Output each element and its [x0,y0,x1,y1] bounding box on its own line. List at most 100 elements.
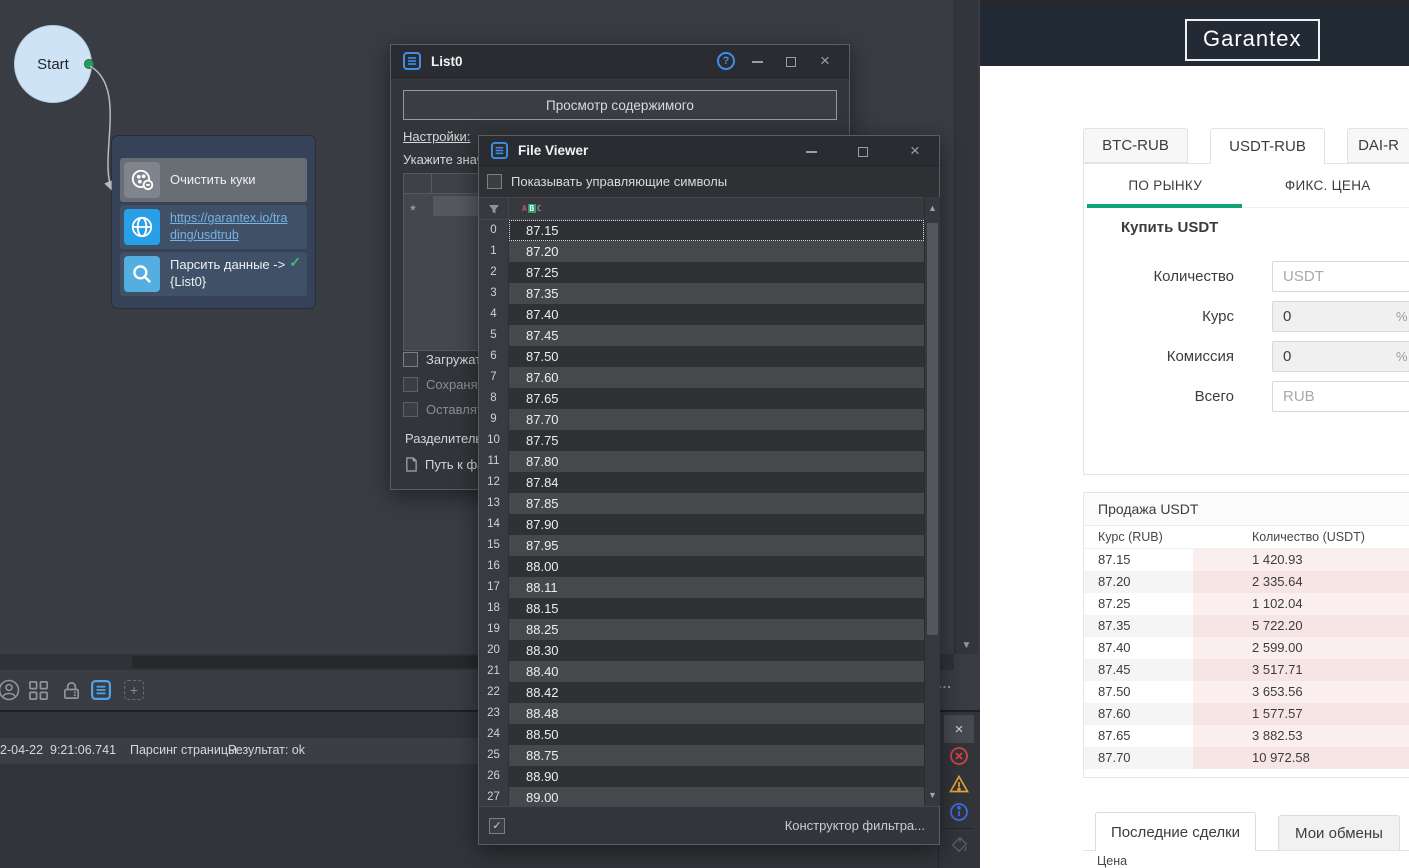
list-item[interactable]: 13 87.85 [479,493,924,514]
amount-cell[interactable]: 1 102.04 [1193,593,1409,615]
price-cell[interactable]: 87.15 [1084,549,1193,571]
amount-cell[interactable]: 1 577.57 [1193,703,1409,725]
price-cell[interactable]: 87.70 [1084,747,1193,769]
list-item[interactable]: 25 88.75 [479,745,924,766]
list-item[interactable]: 12 87.84 [479,472,924,493]
rate-input[interactable] [1272,301,1409,332]
row-value[interactable]: 88.30 [509,640,924,661]
load-checkbox-row[interactable]: Загружать [403,352,488,367]
scroll-down-icon[interactable]: ▼ [955,640,978,651]
maximize-icon[interactable] [851,143,875,159]
maximize-icon[interactable] [779,53,803,69]
row-value[interactable]: 87.85 [509,493,924,514]
file-viewer-titlebar[interactable]: File Viewer × [479,136,939,166]
list-item[interactable]: 5 87.45 [479,325,924,346]
price-cell[interactable]: 87.45 [1084,659,1193,681]
list-item[interactable]: 17 88.11 [479,577,924,598]
price-cell[interactable]: 87.65 [1084,725,1193,747]
close-icon[interactable]: × [813,51,837,71]
action-url-link[interactable]: https://garantex.io/tra ding/usdtrub [170,210,287,244]
row-value[interactable]: 87.75 [509,430,924,451]
row-value[interactable]: 87.90 [509,514,924,535]
keep-checkbox-row[interactable]: Оставлять [403,402,490,417]
add-element-icon[interactable]: + [123,679,145,701]
checkbox-checked[interactable]: ✓ [489,817,505,834]
row-value[interactable]: 87.20 [509,241,924,262]
tab-market[interactable]: ПО РЫНКУ [1084,164,1247,207]
help-icon[interactable]: ? [717,52,735,70]
list-variables-icon[interactable] [90,679,112,701]
row-value[interactable]: 88.75 [509,745,924,766]
row-value[interactable]: 87.60 [509,367,924,388]
amount-cell[interactable]: 2 335.64 [1193,571,1409,593]
table-row[interactable]: 87.35 5 722.20 [1084,615,1409,637]
modules-grid-icon[interactable] [27,679,49,701]
list-item[interactable]: 2 87.25 [479,262,924,283]
list-item[interactable]: 15 87.95 [479,535,924,556]
scroll-down-icon[interactable]: ▼ [925,790,940,800]
list-item[interactable]: 11 87.80 [479,451,924,472]
table-row[interactable]: 87.65 3 882.53 [1084,725,1409,747]
scrollbar-thumb[interactable] [927,223,938,635]
row-value[interactable]: 87.40 [509,304,924,325]
list-item[interactable]: 4 87.40 [479,304,924,325]
list-item[interactable]: 3 87.35 [479,283,924,304]
tab-recent-trades[interactable]: Последние сделки [1095,812,1256,851]
tab-btc-rub[interactable]: BTC-RUB [1083,128,1188,163]
profile-icon[interactable] [0,679,20,701]
list-item[interactable]: 18 88.15 [479,598,924,619]
fee-input[interactable] [1272,341,1409,372]
amount-cell[interactable]: 3 882.53 [1193,725,1409,747]
errors-filter-icon[interactable] [949,746,969,766]
table-row[interactable]: 87.15 1 420.93 [1084,549,1409,571]
tab-dai-rub[interactable]: DAI-R [1347,128,1409,163]
canvas-vertical-scrollbar[interactable]: ▼ [954,0,978,654]
list-item[interactable]: 1 87.20 [479,241,924,262]
row-value[interactable]: 88.11 [509,577,924,598]
list-item[interactable]: 7 87.60 [479,367,924,388]
amount-cell[interactable]: 2 599.00 [1193,637,1409,659]
row-value[interactable]: 88.90 [509,766,924,787]
row-value[interactable]: 88.48 [509,703,924,724]
list-item[interactable]: 26 88.90 [479,766,924,787]
show-symbols-row[interactable]: Показывать управляющие символы [479,166,939,197]
amount-cell[interactable]: 1 420.93 [1193,549,1409,571]
grid-cell[interactable] [433,196,481,216]
table-row[interactable]: 87.45 3 517.71 [1084,659,1409,681]
list0-titlebar[interactable]: List0 ? × [391,45,849,78]
list-item[interactable]: 0 87.15 [479,220,924,241]
flow-action-block[interactable]: Очистить куки https://garantex.io/tra di… [112,136,315,308]
table-row[interactable]: 87.50 3 653.56 [1084,681,1409,703]
settings-link[interactable]: Настройки: [403,129,470,144]
list-item[interactable]: 9 87.70 [479,409,924,430]
list-item[interactable]: 21 88.40 [479,661,924,682]
list-item[interactable]: 24 88.50 [479,724,924,745]
amount-cell[interactable]: 10 972.58 [1193,747,1409,769]
list-item[interactable]: 6 87.50 [479,346,924,367]
garantex-logo[interactable]: Garantex [1185,19,1320,61]
price-cell[interactable]: 87.20 [1084,571,1193,593]
row-value[interactable]: 87.35 [509,283,924,304]
tab-my-exchanges[interactable]: Мои обмены [1278,815,1400,851]
action-open-url[interactable]: https://garantex.io/tra ding/usdtrub [120,205,307,249]
row-value[interactable]: 87.25 [509,262,924,283]
row-value[interactable]: 87.65 [509,388,924,409]
total-input[interactable] [1272,381,1409,412]
warnings-filter-icon[interactable] [949,774,969,794]
list-item[interactable]: 10 87.75 [479,430,924,451]
list-item[interactable]: 20 88.30 [479,640,924,661]
list-vertical-scrollbar[interactable]: ▲ ▼ [924,197,940,806]
list-item[interactable]: 16 88.00 [479,556,924,577]
close-log-icon[interactable]: × [944,715,974,743]
table-row[interactable]: 87.40 2 599.00 [1084,637,1409,659]
amount-input[interactable] [1272,261,1409,292]
price-cell[interactable]: 87.50 [1084,681,1193,703]
row-value[interactable]: 88.50 [509,724,924,745]
row-value[interactable]: 89.00 [509,787,924,806]
filter-header-row[interactable]: ABC [479,197,924,220]
overflow-menu-icon[interactable]: ... [938,676,952,691]
row-value[interactable]: 87.95 [509,535,924,556]
table-row[interactable]: 87.70 10 972.58 [1084,747,1409,769]
table-row[interactable]: 87.20 2 335.64 [1084,571,1409,593]
row-value[interactable]: 87.45 [509,325,924,346]
